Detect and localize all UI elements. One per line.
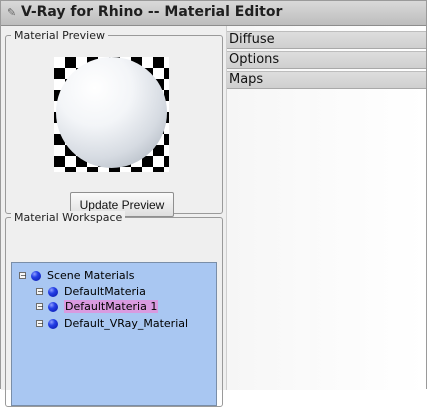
collapse-icon[interactable]: −	[19, 272, 27, 280]
options-section-header[interactable]: Options	[227, 51, 426, 69]
material-preview-group: Material Preview Update Preview	[5, 29, 223, 217]
material-preview	[54, 57, 169, 172]
window-title: V-Ray for Rhino -- Material Editor	[21, 4, 283, 20]
collapse-icon[interactable]: −	[36, 303, 44, 311]
collapse-icon[interactable]: −	[36, 288, 44, 296]
diffuse-section-header[interactable]: Diffuse	[227, 31, 426, 49]
material-workspace-label: Material Workspace	[11, 211, 126, 224]
app-icon: ✎	[7, 6, 17, 19]
material-ball-icon	[48, 301, 58, 312]
tree-item-label: DefaultMateria 1	[64, 300, 159, 313]
maps-section-header[interactable]: Maps	[227, 71, 426, 89]
tree-item[interactable]: − Default_VRay_Material	[36, 317, 188, 330]
scene-materials-label: Scene Materials	[47, 269, 135, 282]
material-ball-icon	[48, 286, 58, 297]
tree-item[interactable]: − DefaultMateria	[36, 285, 146, 298]
left-panel: Material Preview Update Preview Material…	[1, 26, 227, 407]
scene-materials-icon	[31, 270, 41, 281]
material-preview-label: Material Preview	[11, 29, 109, 42]
material-editor-window: ✎ V-Ray for Rhino -- Material Editor Mat…	[0, 0, 427, 407]
tree-item-label: DefaultMateria	[64, 285, 146, 298]
tree-item-selected[interactable]: − DefaultMateria 1	[36, 300, 159, 313]
tree-item-label: Default_VRay_Material	[64, 317, 189, 330]
material-ball-icon	[48, 318, 58, 329]
collapse-icon[interactable]: −	[36, 320, 44, 328]
material-tree[interactable]: − Scene Materials − DefaultMateria − Def…	[11, 262, 217, 406]
tree-root-row[interactable]: − Scene Materials	[19, 269, 134, 282]
title-bar: ✎ V-Ray for Rhino -- Material Editor	[1, 1, 426, 26]
right-panel: Diffuse Options Maps	[227, 26, 426, 390]
material-sphere	[56, 57, 167, 168]
